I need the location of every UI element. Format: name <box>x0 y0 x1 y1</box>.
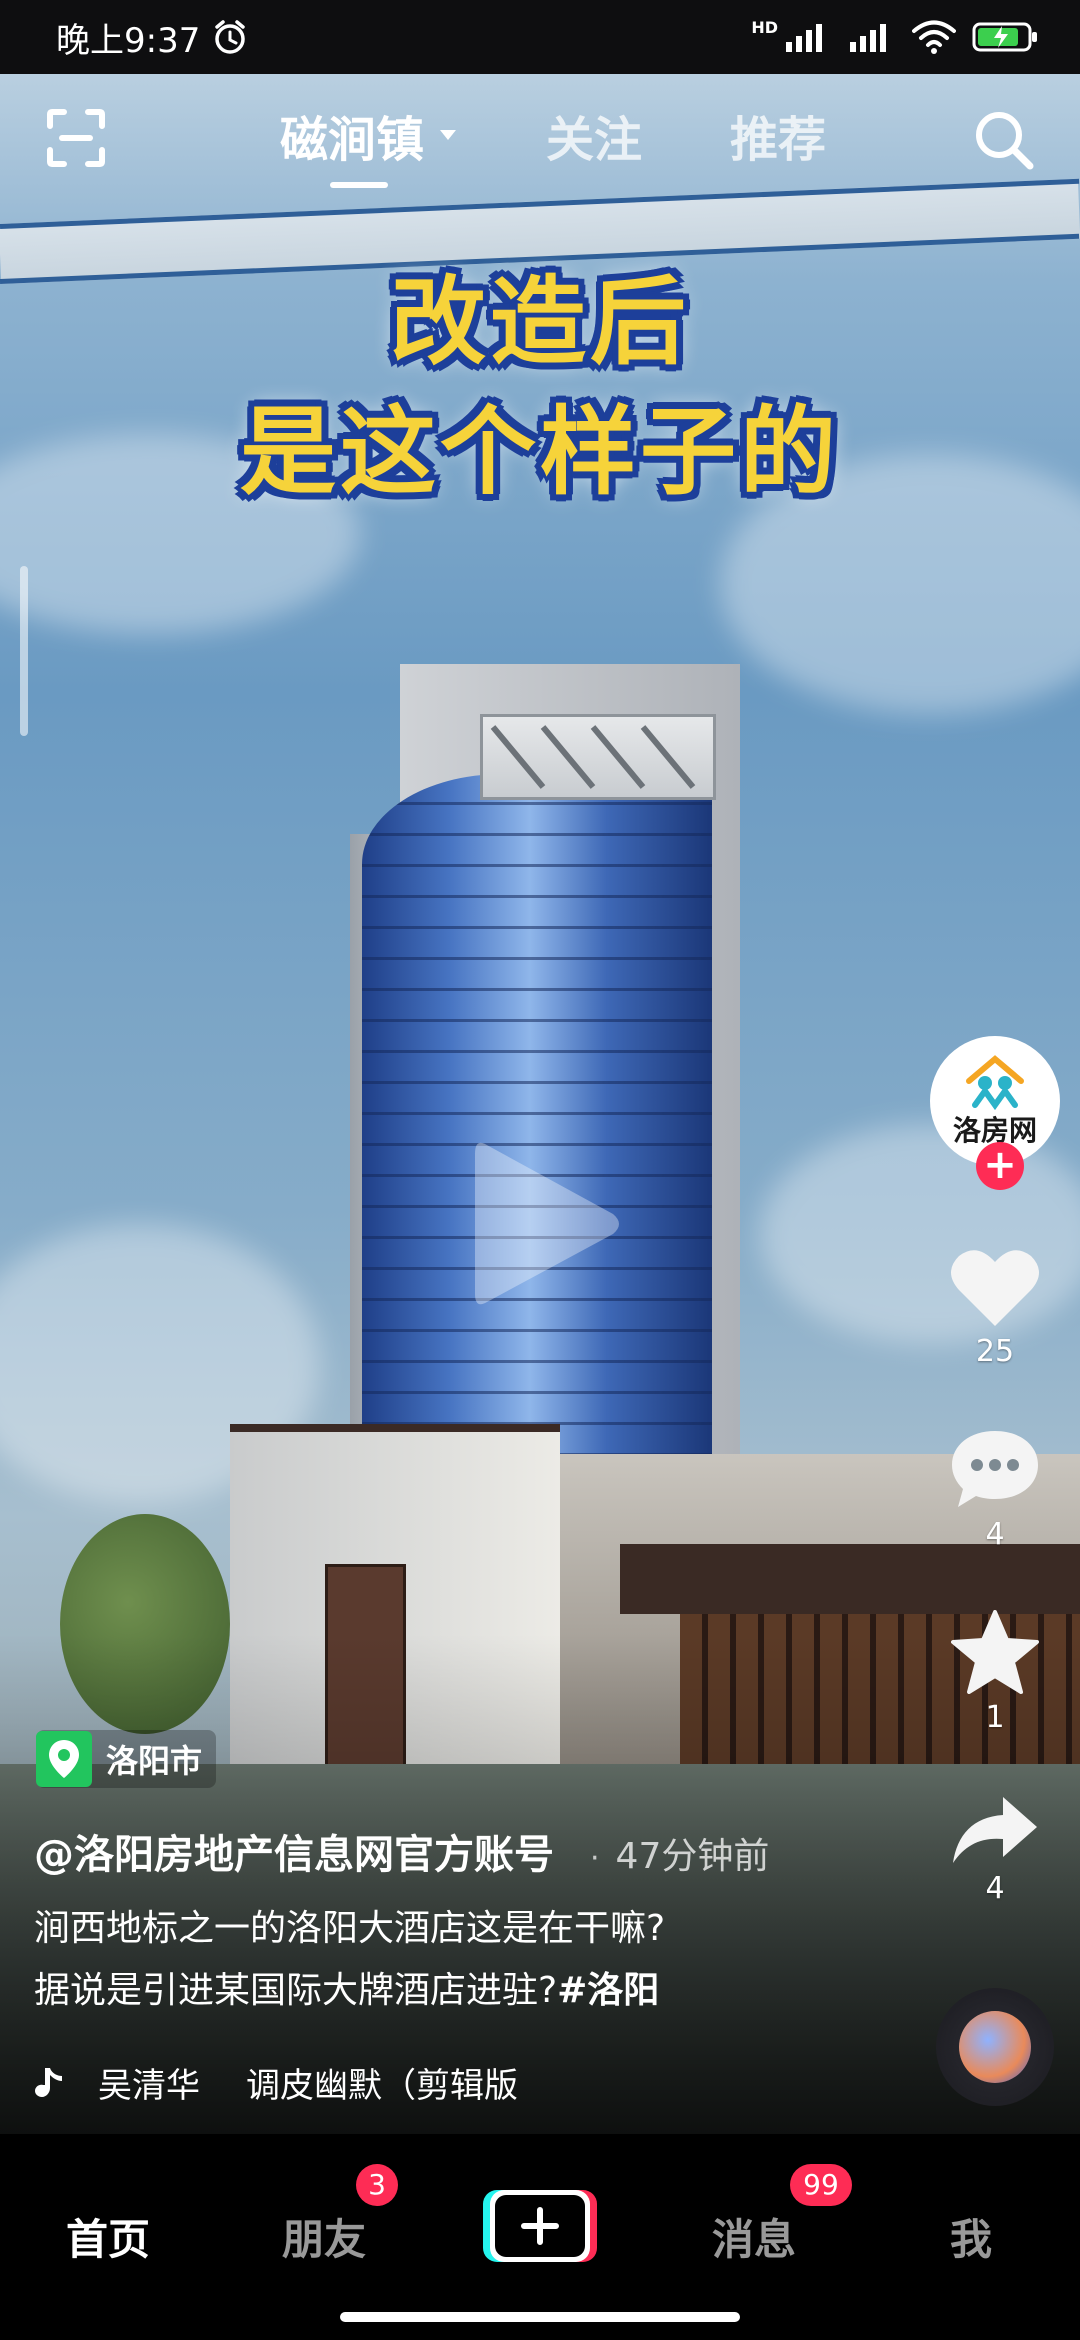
hd-label: HD <box>751 18 778 37</box>
music-row[interactable]: 吴清华 调皮幽默（剪辑版 <box>34 2058 526 2107</box>
description-line-2-text: 据说是引进某国际大牌酒店进驻? <box>34 1970 558 2011</box>
comment-icon <box>952 1431 1038 1507</box>
status-bar: 晚上9:37 HD <box>0 0 1080 74</box>
signal-icon-secondary <box>850 24 886 52</box>
favorite-button[interactable]: 1 <box>951 1610 1039 1735</box>
music-artist: 吴清华 <box>98 2066 200 2106</box>
tab-recommended[interactable]: 推荐 <box>730 100 826 170</box>
description-line-1: 涧西地标之一的洛阳大酒店这是在干嘛? <box>34 1908 666 1949</box>
author-row: @洛阳房地产信息网官方账号 · 47分钟前 <box>34 1822 769 1880</box>
nav-messages[interactable]: 消息 <box>712 2206 796 2267</box>
share-count: 4 <box>985 1871 1005 1906</box>
tower-crown <box>480 714 716 800</box>
heart-icon <box>951 1250 1039 1326</box>
tab-following[interactable]: 关注 <box>546 100 642 170</box>
music-title: 调皮幽默（剪辑版 <box>246 2066 518 2106</box>
bottom-navigation: 首页 朋友 3 消息 99 我 <box>0 2134 1080 2340</box>
music-note-icon <box>35 2067 62 2097</box>
top-navigation: 磁涧镇 关注 推荐 <box>0 90 1080 200</box>
feed-tabs: 磁涧镇 关注 推荐 <box>280 100 914 188</box>
comment-count: 4 <box>985 1517 1005 1552</box>
active-tab-indicator <box>330 182 388 188</box>
creator-avatar-container[interactable]: 洛房网 + <box>930 1036 1060 1190</box>
location-pin-icon <box>36 1731 92 1787</box>
video-caption-line-1: 改造后 <box>390 266 690 378</box>
search-icon[interactable] <box>972 108 1036 172</box>
location-tag[interactable]: 洛阳市 <box>36 1730 217 1788</box>
post-description[interactable]: 涧西地标之一的洛阳大酒店这是在干嘛? 据说是引进某国际大牌酒店进驻?#洛阳 <box>34 1898 794 2022</box>
home-indicator <box>340 2312 740 2322</box>
creator-logo-icon <box>966 1055 1024 1111</box>
side-scroll-indicator <box>20 566 28 736</box>
signal-icon <box>786 24 822 52</box>
share-button[interactable]: 4 <box>951 1793 1039 1906</box>
nav-messages-label: 消息 <box>712 2215 797 2264</box>
video-caption-line-2: 是这个样子的 <box>240 396 840 508</box>
nav-friends-label: 朋友 <box>282 2215 367 2264</box>
tab-local[interactable]: 磁涧镇 <box>280 100 458 188</box>
nav-home[interactable]: 首页 <box>66 2206 150 2267</box>
messages-badge: 99 <box>790 2164 852 2206</box>
music-cover-image <box>959 2011 1031 2083</box>
like-count: 25 <box>975 1334 1015 1369</box>
music-disc-button[interactable] <box>936 1988 1054 2106</box>
action-column: 洛房网 + 25 4 1 4 <box>920 1036 1070 1906</box>
scan-icon[interactable] <box>44 106 108 170</box>
star-icon <box>951 1610 1039 1694</box>
like-button[interactable]: 25 <box>949 1246 1041 1369</box>
separator-dot: · <box>590 1841 600 1876</box>
location-label: 洛阳市 <box>106 1742 203 1780</box>
play-icon[interactable] <box>465 1134 625 1314</box>
description-line-2: 据说是引进某国际大牌酒店进驻?#洛阳 <box>34 1960 794 2022</box>
status-time: 晚上9:37 <box>56 20 201 61</box>
nav-friends[interactable]: 朋友 <box>282 2206 366 2267</box>
favorite-count: 1 <box>985 1700 1005 1735</box>
tab-local-label: 磁涧镇 <box>280 112 425 168</box>
hashtag-link[interactable]: #洛阳 <box>557 1970 659 2011</box>
create-button[interactable] <box>483 2186 597 2266</box>
share-arrow-icon <box>953 1797 1037 1863</box>
caret-down-icon <box>440 130 457 140</box>
alarm-icon <box>215 20 246 54</box>
post-time: 47分钟前 <box>615 1836 770 1877</box>
friends-badge: 3 <box>356 2164 398 2206</box>
follow-button[interactable]: + <box>976 1142 1024 1190</box>
wifi-icon <box>912 20 956 54</box>
battery-charging-icon <box>972 22 1037 52</box>
author-name[interactable]: @洛阳房地产信息网官方账号 <box>34 1822 554 1880</box>
nav-me[interactable]: 我 <box>950 2206 992 2267</box>
comment-button[interactable]: 4 <box>950 1427 1040 1552</box>
